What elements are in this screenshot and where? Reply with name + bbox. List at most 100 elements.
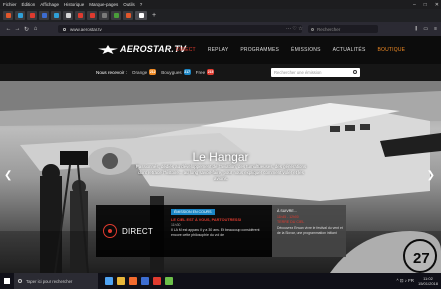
tab-favicon-icon xyxy=(138,13,144,18)
hero-banner[interactable]: 27 Le Hangar Passionnés, dédiés au dével… xyxy=(0,81,441,273)
close-window-button[interactable]: ✕ xyxy=(435,2,439,8)
menu-outils[interactable]: Outils xyxy=(123,2,135,7)
browser-tab[interactable] xyxy=(3,11,13,20)
menu-fichier[interactable]: Fichier xyxy=(3,2,17,7)
browser-tab[interactable] xyxy=(111,11,121,20)
browser-tab[interactable] xyxy=(51,11,61,20)
hero-subtitle: Passionnés, dédiés au développement de l… xyxy=(135,164,307,181)
taskbar-search-input[interactable]: Taper ici pour rechercher xyxy=(14,273,98,289)
nav-replay[interactable]: REPLAY xyxy=(208,47,229,53)
taskbar-app-icon[interactable] xyxy=(105,277,113,285)
system-tray: ^ ⊡ ♪ FR 11:02 15/01/2018 xyxy=(397,273,438,289)
current-show-time: 11h30 xyxy=(171,223,181,227)
current-show-title[interactable]: LE CIEL EST À VOUS, PARTOUTRESSI xyxy=(171,218,241,222)
hero-title: Le Hangar xyxy=(192,150,249,164)
taskbar-app-icon[interactable] xyxy=(141,277,149,285)
back-icon[interactable]: ← xyxy=(4,26,13,32)
site-search-input[interactable]: Rechercher une émission xyxy=(271,68,360,77)
current-show-description: Il LA M est apparu il y a 30 ans. Et bea… xyxy=(171,228,260,237)
tab-strip: + xyxy=(0,9,441,22)
window-controls: – □ ✕ xyxy=(413,0,439,9)
tab-favicon-icon xyxy=(5,13,11,18)
menu-marque-pages[interactable]: Marque-pages xyxy=(89,2,118,7)
windows-logo-icon xyxy=(4,278,10,284)
nav-actualites[interactable]: ACTUALITÉS xyxy=(333,47,366,53)
taskbar-app-icon[interactable] xyxy=(165,277,173,285)
aerostar-page: AEROSTAR.TV DIRECT REPLAY PROGRAMMES ÉMI… xyxy=(0,36,441,273)
next-show-tag: À SUIVRE... xyxy=(277,209,297,213)
address-bar[interactable]: www.aerostar.tv xyxy=(58,25,302,33)
page-actions-icon[interactable]: ··· ♡ ☆ xyxy=(286,25,303,33)
receive-info: Nous recevoir : Orange 212 Bouygues 217 Free… xyxy=(96,69,217,75)
taskbar-app-icon[interactable] xyxy=(153,277,161,285)
carousel-prev-icon[interactable]: ❮ xyxy=(4,170,12,181)
direct-panel[interactable]: DIRECT ÉMISSION EN COURS LE CIEL EST À V… xyxy=(96,205,272,257)
browser-tab[interactable] xyxy=(87,11,97,20)
menu-historique[interactable]: Historique xyxy=(64,2,84,7)
main-nav: DIRECT REPLAY PROGRAMMES ÉMISSIONS ACTUA… xyxy=(176,47,405,53)
toolbar-icons: ⫼ ▭ ≡ xyxy=(415,25,437,33)
next-show-time: 11h45 - 12h00 xyxy=(277,215,299,219)
browser-tab[interactable] xyxy=(39,11,49,20)
next-show-panel[interactable]: À SUIVRE... 11h45 - 12h00 TERRE DU CIEL … xyxy=(272,205,346,257)
tray-icons[interactable]: ^ ⊡ ♪ FR xyxy=(397,278,414,284)
browser-tab[interactable] xyxy=(27,11,37,20)
browser-tab[interactable] xyxy=(99,11,109,20)
browser-tab[interactable] xyxy=(15,11,25,20)
next-show-title[interactable]: TERRE DU CIEL xyxy=(277,220,304,224)
tab-favicon-icon xyxy=(77,13,83,18)
channel-name: Free xyxy=(195,69,206,75)
carousel-next-icon[interactable]: ❯ xyxy=(427,170,435,181)
direct-label: DIRECT xyxy=(122,227,153,236)
channel-number-badge: 212 xyxy=(149,69,157,75)
start-button[interactable] xyxy=(0,273,14,289)
clock-date: 15/01/2018 xyxy=(417,281,438,286)
nav-programmes[interactable]: PROGRAMMES xyxy=(240,47,279,53)
live-dot-icon xyxy=(103,224,117,238)
nav-boutique[interactable]: BOUTIQUE xyxy=(377,47,405,53)
home-icon[interactable]: ⌂ xyxy=(31,26,40,32)
hamburger-menu-icon[interactable]: ≡ xyxy=(434,26,437,32)
tab-favicon-icon xyxy=(65,13,71,18)
lock-icon xyxy=(63,27,66,31)
browser-search-placeholder: Rechercher xyxy=(317,26,341,32)
browser-tab[interactable] xyxy=(135,11,147,20)
taskbar-app-icon[interactable] xyxy=(129,277,137,285)
tab-favicon-icon xyxy=(17,13,23,18)
minimize-button[interactable]: – xyxy=(413,2,416,8)
menu-affichage[interactable]: Affichage xyxy=(40,2,59,7)
maximize-button[interactable]: □ xyxy=(424,2,427,8)
clock[interactable]: 11:02 15/01/2018 xyxy=(418,276,438,286)
aerostar-logo[interactable]: AEROSTAR.TV xyxy=(98,44,186,54)
tab-favicon-icon xyxy=(89,13,95,18)
search-icon[interactable] xyxy=(353,70,357,74)
nav-emissions[interactable]: ÉMISSIONS xyxy=(291,47,321,53)
channel-name: Bouygues xyxy=(161,69,182,75)
pinned-apps xyxy=(105,277,173,285)
browser-tab[interactable] xyxy=(123,11,133,20)
channel-name: Orange xyxy=(131,69,148,75)
browser-tab[interactable] xyxy=(63,11,73,20)
site-search-placeholder: Rechercher une émission xyxy=(274,70,322,75)
reload-icon[interactable]: ↻ xyxy=(22,26,31,33)
channel-number-badge: 217 xyxy=(183,69,191,75)
taskbar: Taper ici pour rechercher ^ ⊡ ♪ FR 11:02… xyxy=(0,273,441,289)
tab-favicon-icon xyxy=(41,13,47,18)
url-text: www.aerostar.tv xyxy=(70,26,102,32)
forward-icon[interactable]: → xyxy=(13,26,22,32)
browser-search-input[interactable]: Rechercher xyxy=(308,25,378,33)
menu-edition[interactable]: Édition xyxy=(22,2,36,7)
library-icon[interactable]: ⫼ xyxy=(415,26,417,32)
next-show-description: Découvrez Erwan vivre le festival du ven… xyxy=(277,226,343,235)
tab-favicon-icon xyxy=(53,13,59,18)
taskbar-app-icon[interactable] xyxy=(117,277,125,285)
navigation-bar: ← → ↻ ⌂ www.aerostar.tv ··· ♡ ☆ Recherch… xyxy=(0,22,441,36)
sub-header: Nous recevoir : Orange 212 Bouygues 217 Free… xyxy=(0,64,441,81)
menu-help[interactable]: ? xyxy=(140,2,143,7)
browser-tab[interactable] xyxy=(75,11,85,20)
new-tab-button[interactable]: + xyxy=(152,11,156,20)
tab-favicon-icon xyxy=(29,13,35,18)
nav-direct[interactable]: DIRECT xyxy=(176,47,196,53)
star-wing-icon xyxy=(98,44,118,54)
sidebar-icon[interactable]: ▭ xyxy=(423,26,428,32)
